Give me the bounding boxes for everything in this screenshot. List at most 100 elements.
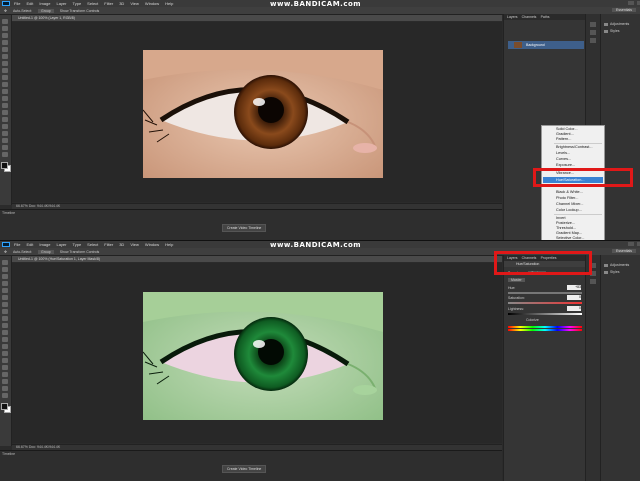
dodge-icon[interactable] [2, 351, 8, 356]
menu-item-brightness-contrast[interactable]: Brightness/Contrast... [556, 145, 593, 149]
shape-icon[interactable] [2, 379, 8, 384]
styles-panel-button[interactable]: Styles [604, 29, 620, 33]
lightness-value-field[interactable]: 0 [567, 306, 581, 311]
crop-icon[interactable] [2, 47, 8, 52]
menu-item-posterize[interactable]: Posterize... [556, 221, 575, 225]
eye-photo-green[interactable] [143, 292, 383, 420]
menu-item-pattern[interactable]: Pattern... [556, 137, 571, 141]
move-tool-icon[interactable]: ✥ [4, 250, 7, 254]
menu-select[interactable]: Select [87, 242, 98, 247]
menu-filter[interactable]: Filter [104, 242, 113, 247]
menu-type[interactable]: Type [73, 1, 82, 6]
info-icon[interactable] [590, 38, 596, 43]
eye-photo-brown[interactable] [143, 50, 383, 178]
tab-layers[interactable]: Layers [507, 15, 518, 19]
hand-icon[interactable] [2, 145, 8, 150]
menu-filter[interactable]: Filter [104, 1, 113, 6]
menu-window[interactable]: Window [145, 1, 159, 6]
create-video-timeline-button[interactable]: Create Video Timeline [222, 224, 267, 232]
path-select-icon[interactable] [2, 131, 8, 136]
move-icon[interactable] [2, 19, 8, 24]
canvas-area[interactable] [12, 22, 502, 202]
quick-select-icon[interactable] [2, 40, 8, 45]
layer-group-select[interactable]: Group [38, 249, 54, 254]
menu-file[interactable]: File [14, 1, 20, 6]
menu-3d[interactable]: 3D [119, 1, 124, 6]
type-icon[interactable] [2, 365, 8, 370]
menu-image[interactable]: Image [39, 242, 50, 247]
menu-file[interactable]: File [14, 242, 20, 247]
saturation-value-field[interactable]: 0 [567, 295, 581, 300]
workspace-switcher[interactable]: Essentials [612, 8, 636, 12]
show-transform-checkbox[interactable]: Show Transform Controls [60, 9, 100, 13]
history-icon[interactable] [590, 22, 596, 27]
pen-icon[interactable] [2, 358, 8, 363]
blur-icon[interactable] [2, 103, 8, 108]
hue-value-field[interactable]: +83 [567, 285, 581, 290]
menu-item-gradient-map[interactable]: Gradient Map... [556, 231, 582, 235]
zoom-icon[interactable] [2, 152, 8, 157]
menu-view[interactable]: View [130, 242, 139, 247]
colorize-checkbox[interactable]: Colorize [526, 318, 539, 322]
lasso-icon[interactable] [2, 274, 8, 279]
foreground-color-swatch[interactable] [1, 403, 8, 410]
menu-item-curves[interactable]: Curves... [556, 157, 571, 161]
foreground-color-swatch[interactable] [1, 162, 8, 169]
hand-icon[interactable] [2, 386, 8, 391]
create-video-timeline-button[interactable]: Create Video Timeline [222, 465, 267, 473]
menu-item-gradient[interactable]: Gradient... [556, 132, 574, 136]
tab-channels[interactable]: Channels [522, 15, 537, 19]
healing-brush-icon[interactable] [2, 302, 8, 307]
history-brush-icon[interactable] [2, 82, 8, 87]
saturation-slider[interactable] [508, 302, 582, 304]
brush-icon[interactable] [2, 68, 8, 73]
eraser-icon[interactable] [2, 330, 8, 335]
menu-item-black-white[interactable]: Black & White... [556, 190, 583, 194]
crop-icon[interactable] [2, 288, 8, 293]
adjustments-panel-button[interactable]: Adjustments [604, 22, 629, 26]
gradient-icon[interactable] [2, 96, 8, 101]
brush-icon[interactable] [2, 309, 8, 314]
menu-view[interactable]: View [130, 1, 139, 6]
auto-select-checkbox[interactable]: Auto-Select: [13, 250, 32, 254]
menu-image[interactable]: Image [39, 1, 50, 6]
type-icon[interactable] [2, 124, 8, 129]
menu-help[interactable]: Help [165, 242, 173, 247]
menu-item-exposure[interactable]: Exposure... [556, 163, 575, 167]
styles-panel-button[interactable]: Styles [604, 270, 620, 274]
menu-item-invert[interactable]: Invert [556, 216, 566, 220]
minimize-icon[interactable] [628, 242, 634, 246]
dodge-icon[interactable] [2, 110, 8, 115]
show-transform-checkbox[interactable]: Show Transform Controls [60, 250, 100, 254]
shape-icon[interactable] [2, 138, 8, 143]
auto-select-checkbox[interactable]: Auto-Select: [13, 9, 32, 13]
menu-select[interactable]: Select [87, 1, 98, 6]
adjustments-panel-button[interactable]: Adjustments [604, 263, 629, 267]
healing-brush-icon[interactable] [2, 61, 8, 66]
menu-help[interactable]: Help [165, 1, 173, 6]
properties-icon[interactable] [590, 30, 596, 35]
lasso-icon[interactable] [2, 33, 8, 38]
document-tab[interactable]: Untitled-1 @ 100% (Hue/Saturation 1, Lay… [12, 256, 502, 262]
menu-edit[interactable]: Edit [26, 242, 33, 247]
clone-stamp-icon[interactable] [2, 316, 8, 321]
move-tool-icon[interactable]: ✥ [4, 9, 7, 13]
quick-select-icon[interactable] [2, 281, 8, 286]
menu-window[interactable]: Window [145, 242, 159, 247]
menu-edit[interactable]: Edit [26, 1, 33, 6]
clone-stamp-icon[interactable] [2, 75, 8, 80]
eyedropper-icon[interactable] [2, 54, 8, 59]
layer-group-select[interactable]: Group [38, 8, 54, 13]
minimize-icon[interactable] [628, 1, 634, 5]
hue-slider[interactable] [508, 292, 582, 294]
eraser-icon[interactable] [2, 89, 8, 94]
menu-layer[interactable]: Layer [56, 242, 66, 247]
marquee-icon[interactable] [2, 267, 8, 272]
menu-layer[interactable]: Layer [56, 1, 66, 6]
workspace-switcher[interactable]: Essentials [612, 249, 636, 253]
layer-row-background[interactable]: Background [508, 41, 584, 49]
path-select-icon[interactable] [2, 372, 8, 377]
menu-3d[interactable]: 3D [119, 242, 124, 247]
canvas-area[interactable] [12, 263, 502, 443]
menu-item-color-lookup[interactable]: Color Lookup... [556, 208, 582, 212]
